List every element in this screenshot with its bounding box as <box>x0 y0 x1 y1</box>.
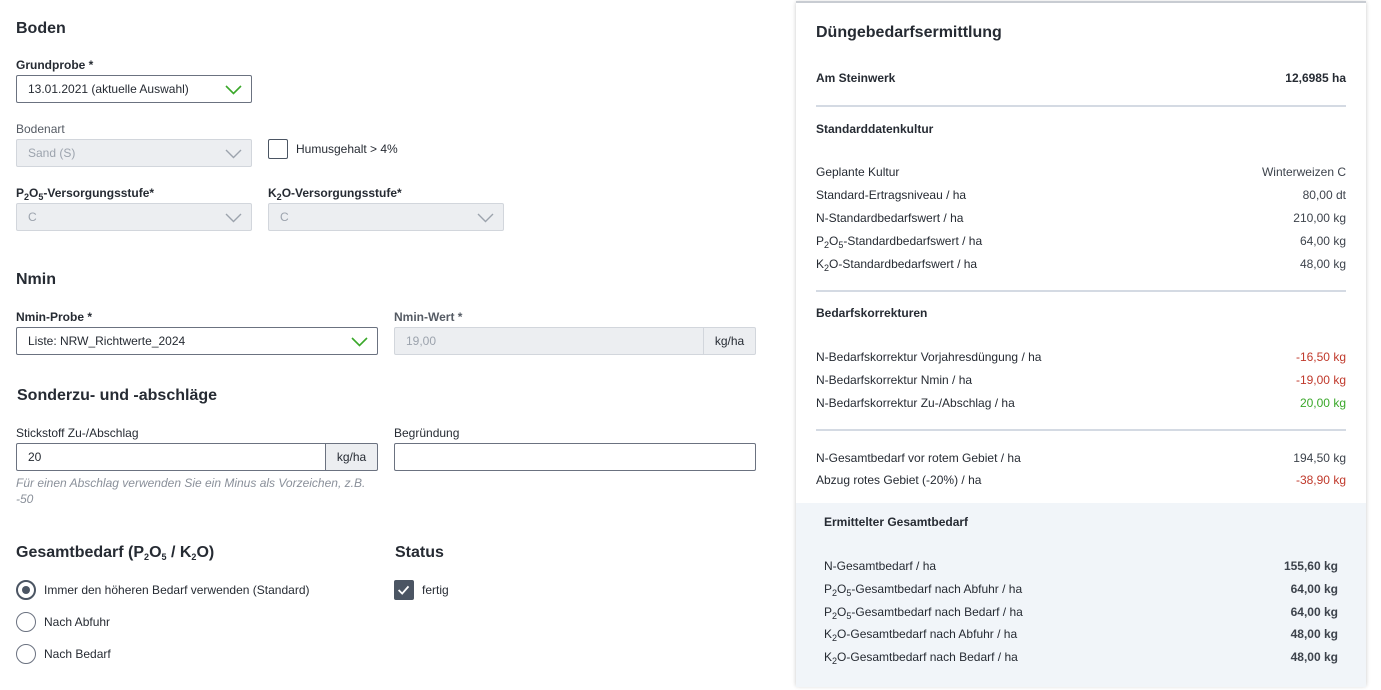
chevron-down-icon <box>225 85 242 95</box>
nmin-wert-label: Nmin-Wert * <box>394 310 463 324</box>
radio-label-standard: Immer den höheren Bedarf verwenden (Stan… <box>44 583 310 597</box>
panel-title: Düngebedarfsermittlung <box>816 24 1002 41</box>
duengebedarf-panel: Düngebedarfsermittlung Am Steinwerk 12,6… <box>796 1 1366 687</box>
bodenart-select[interactable]: Sand (S) <box>16 139 252 167</box>
section-title-boden: Boden <box>16 20 66 37</box>
k2o-label: K2O-Versorgungsstufe* <box>268 186 402 202</box>
radio-option-bedarf[interactable] <box>16 644 36 664</box>
radio-label-abfuhr: Nach Abfuhr <box>44 615 111 629</box>
p2o5-value: C <box>28 210 37 224</box>
chevron-down-icon <box>351 337 368 347</box>
total-row: Abzug rotes Gebiet (-20%) / ha -38,90 kg <box>816 473 1346 487</box>
nmin-probe-select[interactable]: Liste: NRW_Richtwerte_2024 <box>16 327 378 355</box>
standard-row: P2O5-Standardbedarfswert / ha 64,00 kg <box>816 234 1346 250</box>
radio-option-standard[interactable] <box>16 580 36 600</box>
summary-box: Ermittelter Gesamtbedarf N-Gesamtbedarf … <box>796 503 1366 687</box>
korr-row: N-Bedarfskorrektur Nmin / ha -19,00 kg <box>816 373 1346 387</box>
divider <box>816 429 1346 431</box>
divider <box>816 105 1346 107</box>
p2o5-select[interactable]: C <box>16 203 252 231</box>
humus-checkbox[interactable] <box>268 139 288 159</box>
nmin-wert-input[interactable]: 19,00 <box>394 327 704 355</box>
humus-label: Humusgehalt > 4% <box>296 142 398 156</box>
summary-row: K2O-Gesamtbedarf nach Bedarf / ha 48,00 k… <box>824 650 1338 666</box>
status-checkbox[interactable] <box>394 580 414 600</box>
korr-title: Bedarfskorrekturen <box>816 306 928 320</box>
stickstoff-unit: kg/ha <box>326 443 378 471</box>
radio-option-abfuhr[interactable] <box>16 612 36 632</box>
begruendung-input[interactable] <box>394 443 756 471</box>
k2o-select[interactable]: C <box>268 203 504 231</box>
field-name: Am Steinwerk <box>816 71 896 85</box>
begruendung-label: Begründung <box>394 426 460 440</box>
stickstoff-label: Stickstoff Zu-/Abschlag <box>16 426 139 440</box>
summary-title: Ermittelter Gesamtbedarf <box>824 515 969 529</box>
standard-row: Geplante Kultur Winterweizen C <box>816 165 1346 179</box>
radio-label-bedarf: Nach Bedarf <box>44 647 111 661</box>
section-title-sonder: Sonderzu- und -abschläge <box>17 387 218 404</box>
status-label: fertig <box>422 583 449 597</box>
summary-row: N-Gesamtbedarf / ha 155,60 kg <box>824 559 1338 573</box>
korr-row: N-Bedarfskorrektur Zu-/Abschlag / ha 20,0… <box>816 396 1346 410</box>
total-row: N-Gesamtbedarf vor rotem Gebiet / ha 194,… <box>816 451 1346 465</box>
summary-row: P2O5-Gesamtbedarf nach Abfuhr / ha 64,00 … <box>824 582 1338 598</box>
nmin-probe-label: Nmin-Probe * <box>16 310 93 324</box>
standard-row: K2O-Standardbedarfswert / ha 48,00 kg <box>816 257 1346 273</box>
chevron-down-icon <box>225 213 242 223</box>
bodenart-value: Sand (S) <box>28 146 76 160</box>
grundprobe-select[interactable]: 13.01.2021 (aktuelle Auswahl) <box>16 75 252 103</box>
divider <box>816 290 1346 292</box>
field-area: 12,6985 ha <box>1285 71 1346 85</box>
check-icon <box>397 585 410 595</box>
section-title-status: Status <box>395 544 444 561</box>
summary-row: P2O5-Gesamtbedarf nach Bedarf / ha 64,00 … <box>824 605 1338 621</box>
korr-row: N-Bedarfskorrektur Vorjahresdüngung / ha… <box>816 350 1346 364</box>
chevron-down-icon <box>477 213 494 223</box>
summary-row: K2O-Gesamtbedarf nach Abfuhr / ha 48,00 k… <box>824 627 1338 643</box>
field-row: Am Steinwerk 12,6985 ha <box>816 69 1346 87</box>
section-title-nmin: Nmin <box>16 271 56 288</box>
bodenart-label: Bodenart <box>16 122 65 136</box>
k2o-value: C <box>280 210 289 224</box>
section-title-gesamtbedarf: Gesamtbedarf (P2O5 / K2O) <box>16 544 215 562</box>
grundprobe-label: Grundprobe * <box>16 58 94 72</box>
p2o5-label: P2O5-Versorgungsstufe* <box>16 186 155 202</box>
chevron-down-icon <box>225 149 242 159</box>
standard-row: Standard-Ertragsniveau / ha 80,00 dt <box>816 188 1346 202</box>
stickstoff-input[interactable]: 20 <box>16 443 326 471</box>
standard-row: N-Standardbedarfswert / ha 210,00 kg <box>816 211 1346 225</box>
grundprobe-value: 13.01.2021 (aktuelle Auswahl) <box>28 82 189 96</box>
nmin-probe-value: Liste: NRW_Richtwerte_2024 <box>28 334 186 348</box>
nmin-wert-unit: kg/ha <box>704 327 756 355</box>
standard-title: Standarddatenkultur <box>816 122 934 136</box>
stickstoff-hint: Für einen Abschlag verwenden Sie ein Min… <box>16 476 366 506</box>
